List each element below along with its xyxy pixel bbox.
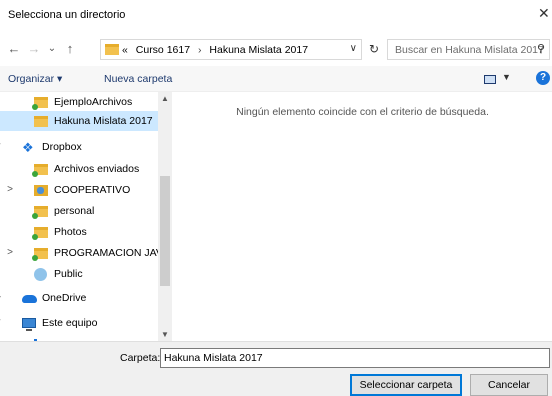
- expand-chevron-icon[interactable]: >: [5, 180, 15, 200]
- title-bar: Selecciona un directorio ✕: [0, 0, 552, 30]
- sidebar-item-label: Public: [54, 268, 83, 280]
- sidebar-item[interactable]: ∨ Este equipo: [0, 313, 158, 333]
- recent-locations-icon[interactable]: ⌄: [44, 40, 60, 58]
- onedrive-cloud-icon: [22, 295, 37, 303]
- sidebar-item-label: Photos: [54, 226, 87, 238]
- sidebar-item-label: Dropbox: [42, 141, 82, 153]
- sidebar-item[interactable]: Archivos enviados: [0, 159, 158, 179]
- search-input[interactable]: Buscar en Hakuna Mislata 2017 ⚲: [387, 39, 550, 60]
- footer-bar: Carpeta: Hakuna Mislata 2017 Seleccionar…: [0, 341, 552, 396]
- address-bar[interactable]: « Curso 1617 › Hakuna Mislata 2017 ∨: [100, 39, 362, 60]
- search-icon[interactable]: ⚲: [537, 42, 545, 55]
- sidebar-item-label: personal: [54, 205, 95, 217]
- collapse-chevron-icon[interactable]: ∨: [0, 313, 3, 333]
- navigation-scrollbar[interactable]: ▲ ▼: [158, 92, 172, 341]
- navigation-bar: ← → ⌄ ↑ « Curso 1617 › Hakuna Mislata 20…: [0, 37, 552, 61]
- sidebar-item-label: COOPERATIVO: [54, 184, 131, 196]
- sidebar-item[interactable]: Hakuna Mislata 2017: [0, 111, 158, 131]
- sidebar-item[interactable]: EjemploArchivos: [0, 92, 158, 112]
- help-icon[interactable]: ?: [536, 71, 550, 85]
- breadcrumb-item[interactable]: Hakuna Mislata 2017: [209, 44, 308, 56]
- breadcrumb: « Curso 1617 › Hakuna Mislata 2017: [122, 44, 313, 56]
- search-placeholder: Buscar en Hakuna Mislata 2017: [395, 44, 544, 56]
- forward-icon[interactable]: →: [26, 40, 42, 58]
- synced-folder-icon: [32, 227, 48, 240]
- scrollbar-thumb[interactable]: [160, 176, 170, 286]
- refresh-icon[interactable]: ↻: [365, 41, 383, 59]
- sidebar-item-label: Hakuna Mislata 2017: [54, 115, 153, 127]
- breadcrumb-separator[interactable]: ›: [198, 44, 202, 56]
- up-folder-icon[interactable]: ↑: [62, 40, 78, 58]
- close-icon[interactable]: ✕: [538, 5, 552, 23]
- empty-message: Ningún elemento coincide con el criterio…: [236, 106, 489, 118]
- sidebar-item[interactable]: > COOPERATIVO: [0, 180, 158, 200]
- new-folder-button[interactable]: Nueva carpeta: [104, 73, 172, 85]
- dropbox-icon: ❖: [22, 140, 34, 155]
- sidebar-item-label: Archivos enviados: [54, 163, 140, 175]
- sidebar-item[interactable]: personal: [0, 201, 158, 221]
- command-bar: Organizar ▾ Nueva carpeta ▼ ?: [0, 66, 552, 92]
- sidebar-item[interactable]: Public: [0, 264, 158, 284]
- shared-folder-icon: [34, 185, 48, 196]
- synced-folder-icon: [32, 206, 48, 219]
- sidebar-item[interactable]: > OneDrive: [0, 288, 158, 308]
- folder-picker-dialog: Selecciona un directorio ✕ ← → ⌄ ↑ « Cur…: [0, 0, 552, 396]
- back-icon[interactable]: ←: [6, 40, 22, 58]
- breadcrumb-item[interactable]: Curso 1617: [136, 44, 190, 56]
- collapse-chevron-icon[interactable]: ∨: [0, 137, 3, 157]
- view-options-icon[interactable]: [484, 75, 496, 84]
- sidebar-item[interactable]: ∨ ❖ Dropbox: [0, 137, 158, 157]
- public-folder-icon: [34, 268, 47, 281]
- chevron-down-icon[interactable]: ∨: [350, 43, 357, 54]
- computer-icon: [22, 318, 36, 331]
- synced-folder-icon: [32, 248, 48, 261]
- expand-chevron-icon[interactable]: >: [0, 288, 3, 308]
- synced-folder-icon: [32, 164, 48, 177]
- cancel-button[interactable]: Cancelar: [470, 374, 548, 396]
- scroll-up-icon[interactable]: ▲: [161, 94, 169, 103]
- organize-menu-button[interactable]: Organizar ▾: [8, 73, 62, 85]
- sidebar-item[interactable]: Photos: [0, 222, 158, 242]
- folder-label: Carpeta:: [120, 352, 161, 364]
- sidebar-item-label: PROGRAMACION JAVA: [54, 247, 170, 259]
- breadcrumb-overflow[interactable]: «: [122, 44, 128, 56]
- expand-chevron-icon[interactable]: >: [5, 243, 15, 263]
- sidebar-item[interactable]: > PROGRAMACION JAVA: [0, 243, 169, 263]
- sidebar-item-label: OneDrive: [42, 292, 87, 304]
- sidebar-item-label: Este equipo: [42, 317, 98, 329]
- folder-name-field[interactable]: Hakuna Mislata 2017: [160, 348, 550, 368]
- file-list-area[interactable]: Ningún elemento coincide con el criterio…: [173, 92, 552, 341]
- synced-folder-icon: [32, 97, 48, 110]
- select-folder-button[interactable]: Seleccionar carpeta: [350, 374, 462, 396]
- scroll-down-icon[interactable]: ▼: [161, 330, 169, 339]
- folder-icon: [105, 44, 119, 55]
- dialog-title: Selecciona un directorio: [8, 9, 126, 21]
- sidebar-item-label: EjemploArchivos: [54, 96, 133, 108]
- chevron-down-icon[interactable]: ▼: [502, 72, 511, 82]
- navigation-pane: EjemploArchivos Hakuna Mislata 2017 ∨ ❖ Drop…: [0, 92, 172, 341]
- folder-icon: [34, 116, 48, 127]
